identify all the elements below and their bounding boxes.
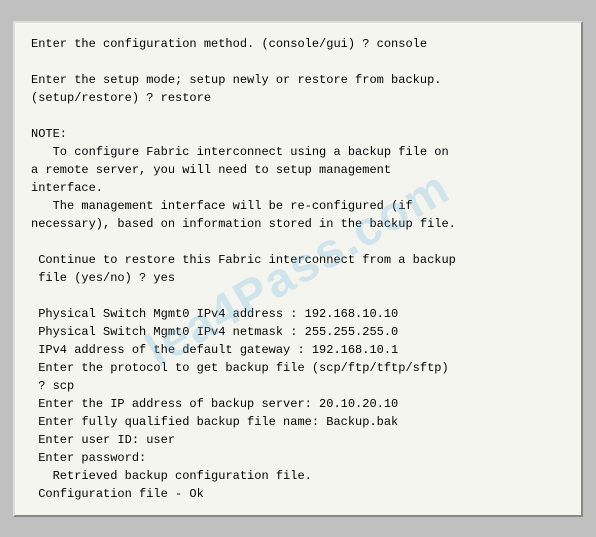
terminal-content: Enter the configuration method. (console…: [31, 35, 565, 503]
terminal-window: lea4Pass.com Enter the configuration met…: [13, 21, 583, 517]
